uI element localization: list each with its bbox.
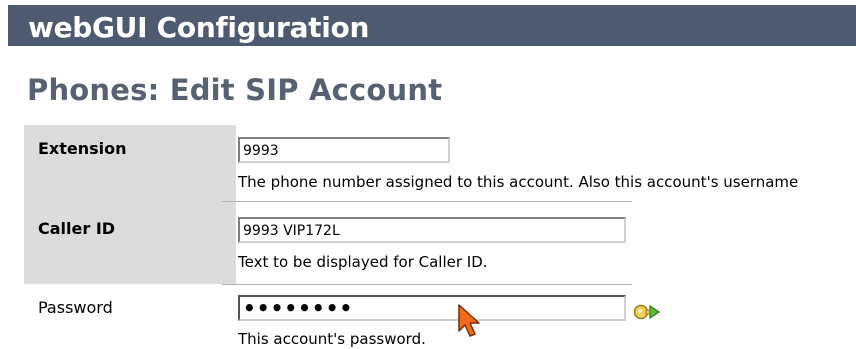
extension-field-cell: 9993 The phone number assigned to this a… xyxy=(236,125,856,202)
caller-id-description: Text to be displayed for Caller ID. xyxy=(238,253,488,271)
extension-label: Extension xyxy=(24,125,236,202)
key-generate-icon[interactable] xyxy=(632,299,662,325)
extension-row: Extension 9993 The phone number assigned… xyxy=(24,125,856,202)
caller-id-label: Caller ID xyxy=(24,202,236,284)
page-title: Phones: Edit SIP Account xyxy=(27,73,443,107)
extension-input[interactable]: 9993 xyxy=(238,137,450,163)
password-input[interactable]: •••••••• xyxy=(238,295,626,321)
caller-id-row: Caller ID 9993 VIP172L Text to be displa… xyxy=(24,202,856,284)
header-bar: webGUI Configuration xyxy=(0,0,856,46)
password-field-cell: •••••••• This account's password. xyxy=(236,285,856,349)
caller-id-field-cell: 9993 VIP172L Text to be displayed for Ca… xyxy=(236,202,856,284)
extension-description: The phone number assigned to this accoun… xyxy=(238,173,799,191)
password-masked-value: •••••••• xyxy=(243,296,354,320)
mouse-cursor-icon xyxy=(458,304,480,337)
password-description: This account's password. xyxy=(238,330,426,348)
password-row: Password •••••••• This account's passwor… xyxy=(24,285,856,349)
app-title: webGUI Configuration xyxy=(28,11,370,44)
password-label: Password xyxy=(24,285,236,349)
sip-account-form: Extension 9993 The phone number assigned… xyxy=(24,125,856,349)
caller-id-input[interactable]: 9993 VIP172L xyxy=(238,217,626,243)
header-background: webGUI Configuration xyxy=(8,5,856,46)
